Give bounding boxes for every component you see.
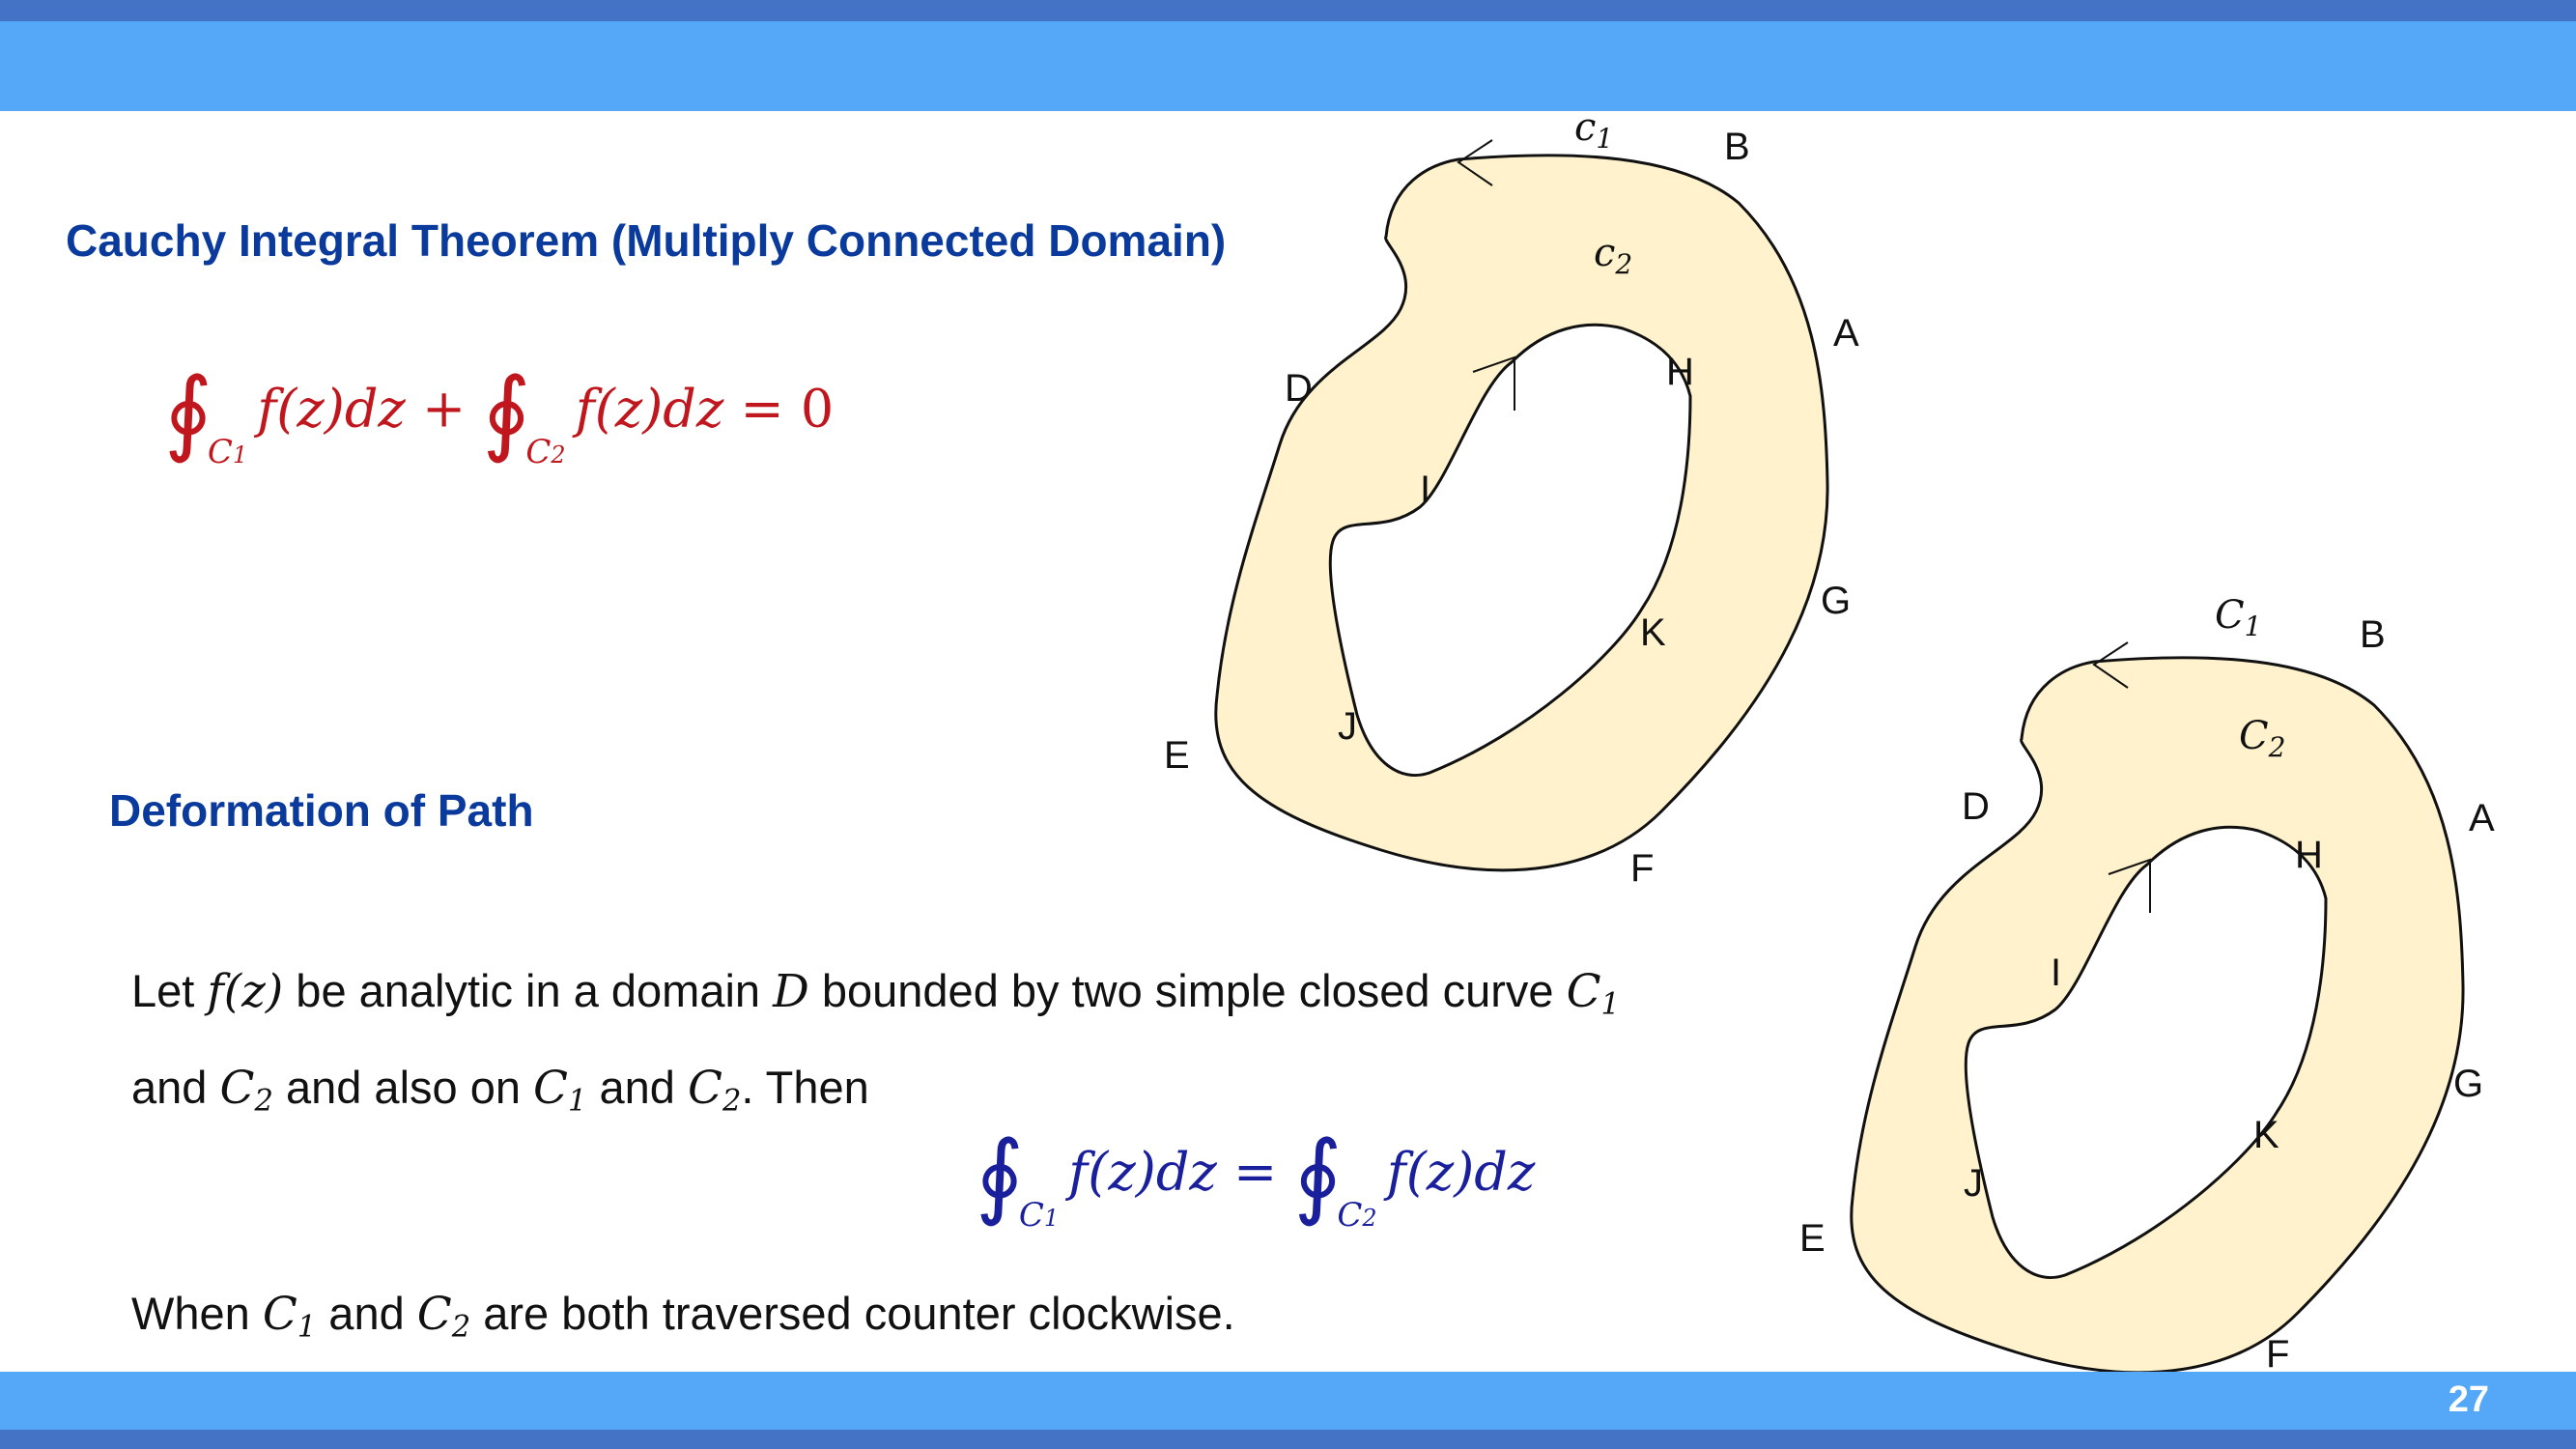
subscript: 1 xyxy=(297,1310,317,1345)
point-F: F xyxy=(1630,847,1654,890)
point-I: I xyxy=(1420,469,1430,511)
math-C: C xyxy=(1566,965,1601,1018)
point-A: A xyxy=(1833,312,1859,355)
label-outer-curve: c1 xyxy=(1574,105,1613,155)
point-K: K xyxy=(1640,611,1666,654)
limit-c1-letter: C xyxy=(207,433,233,472)
subscript: 1 xyxy=(568,1084,587,1119)
point-B: B xyxy=(1724,126,1750,168)
lhs-integrand: f(z)dz xyxy=(1068,1141,1217,1203)
math-C: C xyxy=(416,1288,452,1341)
limit-c2-letter: C xyxy=(525,433,552,472)
math-C: C xyxy=(533,1062,569,1115)
contour-integral-symbol: ∮ xyxy=(164,357,213,466)
text: When xyxy=(131,1288,263,1339)
statement-line-2: and C2 and also on C1 and C2. Then xyxy=(131,1061,869,1119)
point-G: G xyxy=(2453,1063,2483,1105)
statement-line-3: When C1 and C2 are both traversed counte… xyxy=(131,1287,1235,1345)
text: and xyxy=(316,1288,417,1339)
plus-sign: + xyxy=(422,378,467,440)
subscript: 1 xyxy=(1600,987,1620,1022)
math-D: D xyxy=(773,965,809,1018)
limit-c2-index: 2 xyxy=(551,441,566,469)
footer-bar-edge xyxy=(0,1430,2576,1449)
point-I: I xyxy=(2051,952,2061,994)
point-K: K xyxy=(2253,1114,2279,1156)
header-bar-edge xyxy=(0,0,2576,21)
point-B: B xyxy=(2360,613,2386,656)
math-C: C xyxy=(262,1288,297,1341)
statement-line-1: Let f(z) be analytic in a domain D bound… xyxy=(131,964,1620,1022)
text: . Then xyxy=(741,1062,869,1113)
point-D: D xyxy=(1285,367,1313,410)
math-fz: f(z) xyxy=(207,965,284,1018)
text: and xyxy=(586,1062,688,1113)
equals-sign: = xyxy=(1233,1141,1278,1203)
integral-limit-c2: C2 xyxy=(1337,1196,1376,1235)
integral-limit-c1: C1 xyxy=(1019,1196,1059,1235)
limit-c2-index: 2 xyxy=(1362,1205,1377,1233)
point-F: F xyxy=(2266,1333,2289,1376)
label-outer-curve: C1 xyxy=(2215,593,2261,642)
annulus-diagram-bottom: C1 C2 B A G F E D H I J K xyxy=(1799,593,2495,1376)
heading-cauchy-theorem: Cauchy Integral Theorem (Multiply Connec… xyxy=(66,215,1227,266)
heading-deformation-of-path: Deformation of Path xyxy=(109,785,534,836)
footer-bar: 27 xyxy=(0,1372,2576,1449)
text: bounded by two simple closed curve xyxy=(808,965,1567,1016)
limit-c1-letter: C xyxy=(1018,1196,1044,1236)
point-D: D xyxy=(1962,785,1990,828)
integrand-1: f(z)dz xyxy=(257,378,406,440)
text: are both traversed counter clockwise. xyxy=(470,1288,1235,1339)
subscript: 2 xyxy=(254,1084,273,1119)
contour-integral-symbol: ∮ xyxy=(482,357,531,466)
page-number: 27 xyxy=(2448,1379,2489,1420)
point-H: H xyxy=(2295,834,2323,876)
limit-c1-index: 1 xyxy=(232,441,248,469)
point-J: J xyxy=(1338,705,1357,748)
contour-integral-symbol: ∮ xyxy=(1293,1121,1343,1229)
text: and xyxy=(131,1062,220,1113)
integrand-2: f(z)dz xyxy=(575,378,724,440)
point-J: J xyxy=(1964,1162,1983,1205)
text: be analytic in a domain xyxy=(283,965,774,1016)
annulus-diagram-top: c1 c2 B A G F E D H I J K xyxy=(1164,105,1859,890)
subscript: 2 xyxy=(451,1310,471,1345)
header-bar xyxy=(0,0,2576,111)
point-E: E xyxy=(1799,1217,1826,1260)
math-C: C xyxy=(688,1062,722,1115)
rhs-integrand: f(z)dz xyxy=(1386,1141,1536,1203)
limit-c1-index: 1 xyxy=(1043,1205,1060,1233)
contour-integral-symbol: ∮ xyxy=(976,1121,1025,1229)
integral-limit-c2: C2 xyxy=(525,433,565,471)
text: Let xyxy=(131,965,208,1016)
math-C: C xyxy=(219,1062,255,1115)
point-E: E xyxy=(1164,734,1190,777)
deformation-equation: ∮C1f(z)dz = ∮C2f(z)dz xyxy=(976,1121,1535,1235)
equation-rhs: = 0 xyxy=(740,378,835,440)
limit-c2-letter: C xyxy=(1337,1196,1363,1236)
point-A: A xyxy=(2469,797,2495,839)
integral-limit-c1: C1 xyxy=(208,433,247,471)
subscript: 2 xyxy=(722,1084,742,1119)
cauchy-equation: ∮C1f(z)dz + ∮C2f(z)dz = 0 xyxy=(164,357,834,471)
point-H: H xyxy=(1666,351,1694,393)
text: and also on xyxy=(272,1062,534,1113)
